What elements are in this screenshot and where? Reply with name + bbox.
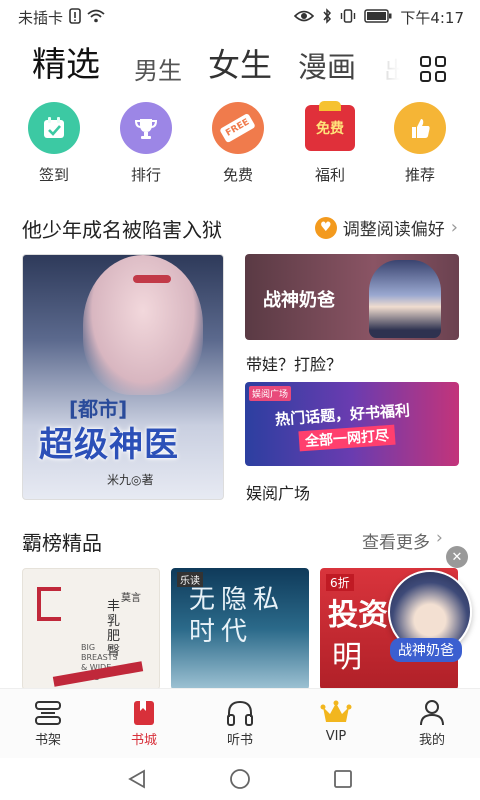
- view-more-label: 查看更多: [362, 533, 430, 553]
- back-icon[interactable]: [126, 768, 148, 794]
- quick-recommend[interactable]: 推荐: [380, 102, 460, 185]
- book-cover-3-title: 投资: [328, 598, 388, 633]
- book-cover-3-subtitle: 明: [332, 640, 362, 675]
- headphones-icon: [200, 697, 280, 729]
- category-tabs: 精选 男生 女生 漫画 出: [0, 40, 480, 98]
- carrier-text: 未插卡: [18, 9, 64, 27]
- calendar-check-icon: [28, 102, 80, 154]
- screen: 未插卡 下午4:17 精选 男生 女生 漫画 签到 排行 FREE 免费 免费 …: [0, 0, 480, 800]
- bookstore-icon: [104, 697, 184, 729]
- bottom-nav: 书架 书城 听书 VIP 我的: [0, 688, 480, 758]
- nav-audiobooks-label: 听书: [226, 733, 253, 748]
- cover-lips: [133, 275, 171, 283]
- nav-bookshelf[interactable]: 书架: [8, 697, 88, 748]
- nav-vip-label: VIP: [325, 729, 347, 744]
- gift-badge: 免费: [316, 121, 344, 137]
- promo-character: [369, 260, 441, 338]
- quick-ranking-label: 排行: [130, 166, 161, 184]
- reading-preference-link[interactable]: ♥ 调整阅读偏好 ›: [314, 215, 458, 240]
- status-bar: 未插卡 下午4:17: [0, 0, 480, 34]
- quick-checkin[interactable]: 签到: [14, 102, 94, 185]
- cover-author: 米九◎著: [107, 473, 154, 487]
- book-cover-3-tag: 6折: [326, 574, 354, 591]
- promo-banner-plaza-caption[interactable]: 娱阅广场: [246, 480, 310, 504]
- recents-icon[interactable]: [332, 768, 354, 794]
- quick-checkin-label: 签到: [38, 166, 69, 184]
- thumbs-up-icon: [394, 102, 446, 154]
- clock-text: 下午4:17: [400, 9, 464, 27]
- quick-welfare[interactable]: 免费 福利: [290, 101, 370, 185]
- gift-icon: 免费: [304, 101, 356, 154]
- promo-banner-dad[interactable]: 战神奶爸: [245, 254, 459, 340]
- nav-audiobooks[interactable]: 听书: [200, 697, 280, 748]
- crown-icon: [296, 697, 376, 729]
- heart-icon: ♥: [314, 216, 337, 239]
- quick-free[interactable]: FREE 免费: [198, 102, 278, 185]
- view-more-link[interactable]: 查看更多 ›: [362, 528, 443, 553]
- bluetooth-icon: [322, 7, 332, 28]
- quick-welfare-label: 福利: [314, 166, 345, 184]
- nav-bookshelf-label: 书架: [34, 733, 61, 748]
- sim-alert-icon: [69, 7, 81, 28]
- book-cover-2[interactable]: 乐读 无隐私时代: [171, 568, 309, 690]
- cover-red-mark: [37, 587, 61, 621]
- quick-entries: 签到 排行 FREE 免费 免费 福利 推荐: [0, 101, 480, 190]
- quick-ranking[interactable]: 排行: [106, 102, 186, 185]
- bookshelf-icon: [8, 697, 88, 729]
- battery-icon: [364, 8, 392, 27]
- cover-title: 超级神医: [39, 425, 179, 465]
- close-icon[interactable]: ✕: [446, 546, 468, 568]
- nav-bookstore[interactable]: 书城: [104, 697, 184, 748]
- quick-recommend-label: 推荐: [404, 166, 435, 184]
- home-icon[interactable]: [229, 768, 251, 794]
- nav-vip[interactable]: VIP: [296, 697, 376, 744]
- floating-ad-label: 战神奶爸: [390, 638, 462, 662]
- tab-fade: [368, 50, 408, 94]
- promo-banner-dad-caption[interactable]: 带娃？打脸？: [246, 351, 342, 375]
- book-cover-1[interactable]: 莫言 丰乳肥臀 BIG BREASTS & WIDE HIPS: [22, 568, 160, 690]
- reading-preference-label: 调整阅读偏好: [342, 220, 445, 240]
- wifi-icon: [87, 9, 105, 27]
- book-cover-1-brand: 莫言: [121, 593, 141, 604]
- eye-icon: [294, 9, 315, 27]
- user-icon: [392, 697, 472, 729]
- tab-comics[interactable]: 漫画: [298, 44, 356, 86]
- book-cover-2-title: 无隐私时代: [189, 585, 286, 647]
- tab-male[interactable]: 男生: [134, 51, 182, 86]
- promo-banner-plaza[interactable]: 娱阅广场 热门话题，好书福利 全部一网打尽: [245, 382, 459, 466]
- tab-featured[interactable]: 精选: [32, 37, 100, 86]
- quick-free-label: 免费: [222, 166, 253, 184]
- chevron-right-icon: ›: [450, 217, 458, 238]
- free-tag-badge: FREE: [219, 112, 257, 144]
- featured-book-cover[interactable]: [都市] 超级神医 米九◎著: [22, 254, 224, 500]
- tab-female[interactable]: 女生: [208, 40, 272, 86]
- floating-ad[interactable]: 战神奶爸: [386, 562, 480, 662]
- chevron-right-icon: ›: [436, 528, 443, 548]
- nav-mine[interactable]: 我的: [392, 697, 472, 748]
- nav-mine-label: 我的: [418, 733, 445, 748]
- vibrate-icon: [340, 8, 356, 27]
- system-nav-bar: [0, 758, 480, 800]
- trophy-icon: [120, 102, 172, 154]
- promo-banner-dad-text: 战神奶爸: [263, 290, 335, 311]
- section2-title: 霸榜精品: [22, 531, 102, 555]
- nav-bookstore-label: 书城: [130, 733, 157, 748]
- free-tag-icon: FREE: [212, 102, 264, 154]
- promo-plaza-badge: 娱阅广场: [249, 386, 292, 401]
- grid-icon[interactable]: [420, 56, 446, 82]
- promo-plaza-line2: 全部一网打尽: [298, 424, 396, 452]
- section1-title: 他少年成名被陷害入狱: [22, 218, 222, 242]
